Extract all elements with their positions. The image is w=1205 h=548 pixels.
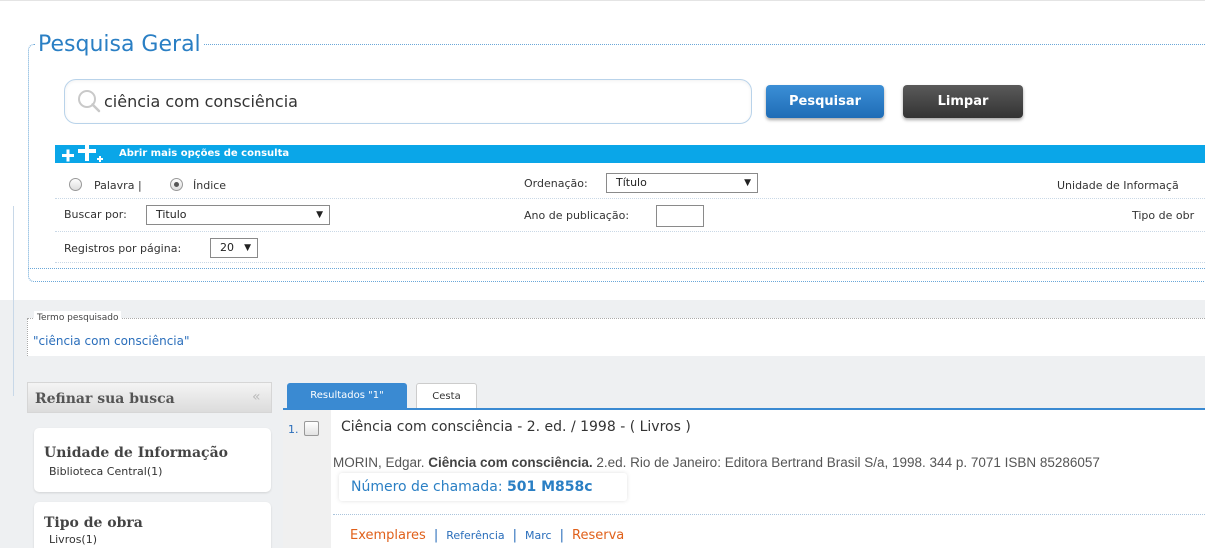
search-by-value: Titulo — [156, 208, 187, 221]
tab-results[interactable]: Resultados "1" — [287, 383, 407, 409]
call-number-label: Número de chamada: — [351, 479, 508, 495]
chevron-down-icon: ▼ — [316, 210, 323, 220]
plus-icon[interactable] — [60, 143, 104, 165]
facet-title: Unidade de Informação — [44, 445, 228, 461]
search-term-legend: Termo pesquisado — [34, 311, 122, 325]
marc-link[interactable]: Marc — [525, 529, 552, 542]
divider — [28, 268, 1205, 269]
search-button[interactable]: Pesquisar — [766, 85, 884, 118]
per-page-select[interactable]: 20 ▼ — [210, 238, 258, 258]
divider — [333, 514, 1205, 515]
ordering-label: Ordenação: — [524, 177, 588, 190]
work-type-label: Tipo de obr — [1132, 209, 1195, 222]
exemplares-link[interactable]: Exemplares — [350, 528, 426, 543]
result-reference: MORIN, Edgar. Ciência com consciência. 2… — [333, 454, 1100, 472]
separator: | — [559, 528, 564, 543]
divider — [55, 231, 1205, 232]
per-page-label: Registros por página: — [64, 242, 182, 255]
referencia-link[interactable]: Referência — [446, 529, 504, 542]
facet-title: Tipo de obra — [44, 515, 143, 531]
call-number: Número de chamada: 501 M858c — [351, 478, 593, 496]
divider — [55, 198, 1205, 199]
chevron-down-icon: ▼ — [244, 243, 251, 253]
search-by-select[interactable]: Titulo ▼ — [146, 205, 330, 225]
year-input[interactable] — [656, 205, 704, 227]
tab-cart[interactable]: Cesta — [416, 383, 477, 409]
result-checkbox[interactable] — [304, 421, 319, 436]
clear-button[interactable]: Limpar — [903, 85, 1023, 118]
per-page-value: 20 — [220, 241, 234, 254]
ref-details: 2.ed. Rio de Janeiro: Editora Bertrand B… — [592, 455, 1100, 470]
ordering-value: Título — [616, 176, 647, 189]
search-term-value: "ciência com consciência" — [33, 334, 190, 348]
separator: | — [512, 528, 518, 543]
year-label: Ano de publicação: — [524, 209, 630, 222]
left-edge-divider — [8, 206, 14, 396]
radio-index[interactable] — [170, 178, 183, 191]
info-unit-label: Unidade de Informaçã — [1057, 179, 1179, 192]
facet-info-unit: Unidade de Informação Biblioteca Central… — [34, 428, 271, 492]
ref-title: Ciência com consciência. — [428, 455, 593, 470]
separator: | — [433, 528, 439, 543]
divider — [55, 262, 1205, 263]
page: Pesquisa Geral ciência com consciência P… — [0, 0, 1205, 548]
radio-word-label: Palavra | — [94, 179, 142, 192]
facet-item[interactable]: Livros(1) — [49, 533, 97, 547]
search-query-text[interactable]: ciência com consciência — [104, 90, 298, 114]
facet-item[interactable]: Biblioteca Central(1) — [49, 465, 162, 479]
collapse-icon[interactable]: « — [252, 388, 261, 406]
search-term-box — [27, 318, 1205, 356]
ref-author: MORIN, Edgar. — [333, 455, 429, 470]
call-number-value: 501 M858c — [507, 479, 593, 495]
refine-title: Refinar sua busca — [35, 391, 175, 407]
ordering-select[interactable]: Título ▼ — [606, 173, 758, 193]
facet-work-type: Tipo de obra Livros(1) — [34, 502, 271, 548]
result-title[interactable]: Ciência com consciência - 2. ed. / 1998 … — [341, 418, 691, 436]
reserva-link[interactable]: Reserva — [572, 528, 624, 543]
result-actions: Exemplares | Referência | Marc | Reserva — [350, 527, 624, 545]
chevron-down-icon: ▼ — [744, 178, 751, 188]
result-number: 1. — [288, 423, 299, 436]
search-by-label: Buscar por: — [64, 208, 127, 221]
radio-index-label: Índice — [193, 179, 227, 192]
page-title: Pesquisa Geral — [36, 30, 203, 60]
search-icon — [78, 90, 101, 113]
radio-word[interactable] — [69, 178, 82, 191]
more-options-label[interactable]: Abrir mais opções de consulta — [119, 146, 289, 162]
